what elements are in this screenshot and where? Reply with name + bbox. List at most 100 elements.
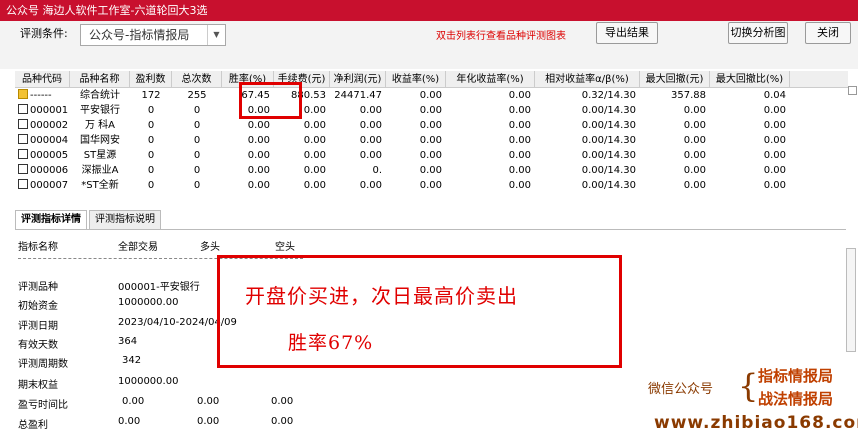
column-header[interactable]: 总次数 (172, 71, 222, 87)
table-row[interactable]: 000001 平安银行 0 0 0.00 0.00 0.00 0.00 0.00 0.00/14.… (15, 103, 848, 118)
condition-label: 评测条件: (20, 27, 68, 40)
cell-text: 255 (187, 90, 207, 101)
table-cell: 0 (130, 133, 172, 148)
column-header[interactable]: 净利润(元) (330, 71, 386, 87)
cell-text: 0.00/14.30 (581, 180, 636, 191)
switch-chart-button[interactable]: 切换分析图 (728, 22, 788, 44)
table-cell: 0.00 (386, 103, 446, 118)
checkbox[interactable] (18, 179, 28, 189)
cell-text: 0.00 (359, 135, 382, 146)
table-cell: 0.00 (330, 103, 386, 118)
table-cell: 0.00 (386, 133, 446, 148)
cell-text: 0.00 (508, 90, 531, 101)
table-cell: 国华网安 (70, 133, 130, 148)
table-row[interactable]: 000005 ST星源 0 0 0.00 0.00 0.00 0.00 0.00 0.00/14.… (15, 148, 848, 163)
cell-text: 0.00 (508, 165, 531, 176)
table-cell: 0.00/14.30 (535, 178, 640, 193)
table-cell: 0.00 (640, 163, 710, 178)
results-table: 品种代码 品种名称 盈利数 总次数 胜率(%) 手续费(元) 净利润(元) 收益… (15, 71, 848, 204)
cell-text: 0.00 (247, 120, 270, 131)
detail-label: 评测周期数 (18, 359, 68, 370)
table-row[interactable]: 000004 国华网安 0 0 0.00 0.00 0.00 0.00 0.00 0.00/14.… (15, 133, 848, 148)
export-button[interactable]: 导出结果 (596, 22, 658, 44)
chevron-down-icon[interactable]: ▼ (207, 25, 225, 45)
table-cell: 深振业A (70, 163, 130, 178)
annotation-winrate: 胜率67% (288, 332, 374, 354)
checkbox[interactable] (18, 164, 28, 174)
tab-indicator-details[interactable]: 评测指标详情 (15, 210, 87, 230)
table-cell: 0.00 (274, 118, 330, 133)
watermark-name-1: 指标情报局 (758, 367, 834, 385)
table-row[interactable]: 000007 *ST全新 0 0 0.00 0.00 0.00 0.00 0.00 0.00/14… (15, 178, 848, 193)
column-header[interactable]: 相对收益率α/β(%) (535, 71, 640, 87)
detail-value: 1000000.00 (118, 376, 179, 387)
table-row[interactable]: 000006 深振业A 0 0 0.00 0.00 0. 0.00 0.00 0.00/14.30… (15, 163, 848, 178)
cell-text: 0 (193, 120, 201, 131)
table-cell: 0 (172, 103, 222, 118)
column-header[interactable]: 最大回撤(元) (640, 71, 710, 87)
watermark-name-2: 战法情报局 (758, 390, 834, 408)
condition-select[interactable]: 公众号-指标情报局 ▼ (80, 24, 226, 46)
table-cell: 0.00 (386, 88, 446, 103)
cell-text: 平安银行 (80, 105, 120, 116)
detail-label: 评测品种 (18, 282, 58, 293)
column-header[interactable]: 品种名称 (70, 71, 130, 87)
checkbox[interactable] (18, 119, 28, 129)
annotation-box (217, 255, 622, 368)
detail-header-name: 指标名称 (18, 242, 58, 253)
table-cell: 0 (130, 178, 172, 193)
table-cell: 0.00 (222, 148, 274, 163)
cell-text: 0.00 (763, 150, 786, 161)
close-button[interactable]: 关闭 (805, 22, 851, 44)
table-cell: 0.00 (640, 133, 710, 148)
table-cell: 0 (130, 148, 172, 163)
tab-indicator-help[interactable]: 评测指标说明 (89, 210, 161, 230)
table-cell: 0.00 (640, 148, 710, 163)
detail-value: 0.00 (118, 416, 141, 427)
column-header[interactable]: 最大回撤比(%) (710, 71, 790, 87)
table-cell: 0.00 (330, 178, 386, 193)
detail-label: 盈亏时间比 (18, 400, 68, 411)
detail-header-all: 全部交易 (118, 242, 158, 253)
scroll-button[interactable] (848, 86, 857, 95)
table-cell: 0 (172, 163, 222, 178)
cell-text: *ST全新 (81, 180, 119, 191)
cell-text: 172 (141, 90, 161, 101)
cell-text: 0.00 (763, 165, 786, 176)
cell-text: 000002 (30, 120, 69, 131)
table-cell: 万 科A (70, 118, 130, 133)
code-cell: ------ (15, 88, 70, 103)
cell-text: 0.00 (419, 105, 442, 116)
checkbox[interactable] (18, 104, 28, 114)
column-header[interactable]: 品种代码 (15, 71, 70, 87)
table-row[interactable]: 000002 万 科A 0 0 0.00 0.00 0.00 0.00 0.00 0.00/14.… (15, 118, 848, 133)
winrate-highlight-box (239, 82, 302, 119)
cell-text: 0.00 (508, 105, 531, 116)
cell-text: 0 (193, 150, 201, 161)
cell-text: 0.00 (419, 90, 442, 101)
table-cell: 0.00 (640, 178, 710, 193)
table-cell: 0.00 (274, 178, 330, 193)
table-cell: 0 (172, 148, 222, 163)
table-cell: 0.00 (222, 133, 274, 148)
table-cell: 0.04 (710, 88, 790, 103)
cell-text: 000004 (30, 135, 69, 146)
detail-value: 000001-平安银行 (118, 282, 200, 293)
table-row[interactable]: ------ 综合统计 172 255 67.45 880.53 24471.47 0.00 0… (15, 88, 848, 103)
checkbox[interactable] (18, 149, 28, 159)
cell-text: 深振业A (81, 165, 119, 176)
vertical-scrollbar[interactable] (846, 248, 856, 352)
table-cell: 0.00 (222, 118, 274, 133)
table-cell: 0.00 (710, 178, 790, 193)
column-header[interactable]: 盈利数 (130, 71, 172, 87)
table-cell: 平安银行 (70, 103, 130, 118)
table-cell: 0.00 (330, 118, 386, 133)
column-header[interactable]: 收益率(%) (386, 71, 446, 87)
table-cell: 0 (130, 118, 172, 133)
column-header[interactable]: 年化收益率(%) (446, 71, 535, 87)
cell-text: 24471.47 (334, 90, 382, 101)
cell-text: ST星源 (83, 150, 117, 161)
detail-value: 364 (118, 336, 138, 347)
cell-text: 000006 (30, 165, 69, 176)
checkbox[interactable] (18, 134, 28, 144)
